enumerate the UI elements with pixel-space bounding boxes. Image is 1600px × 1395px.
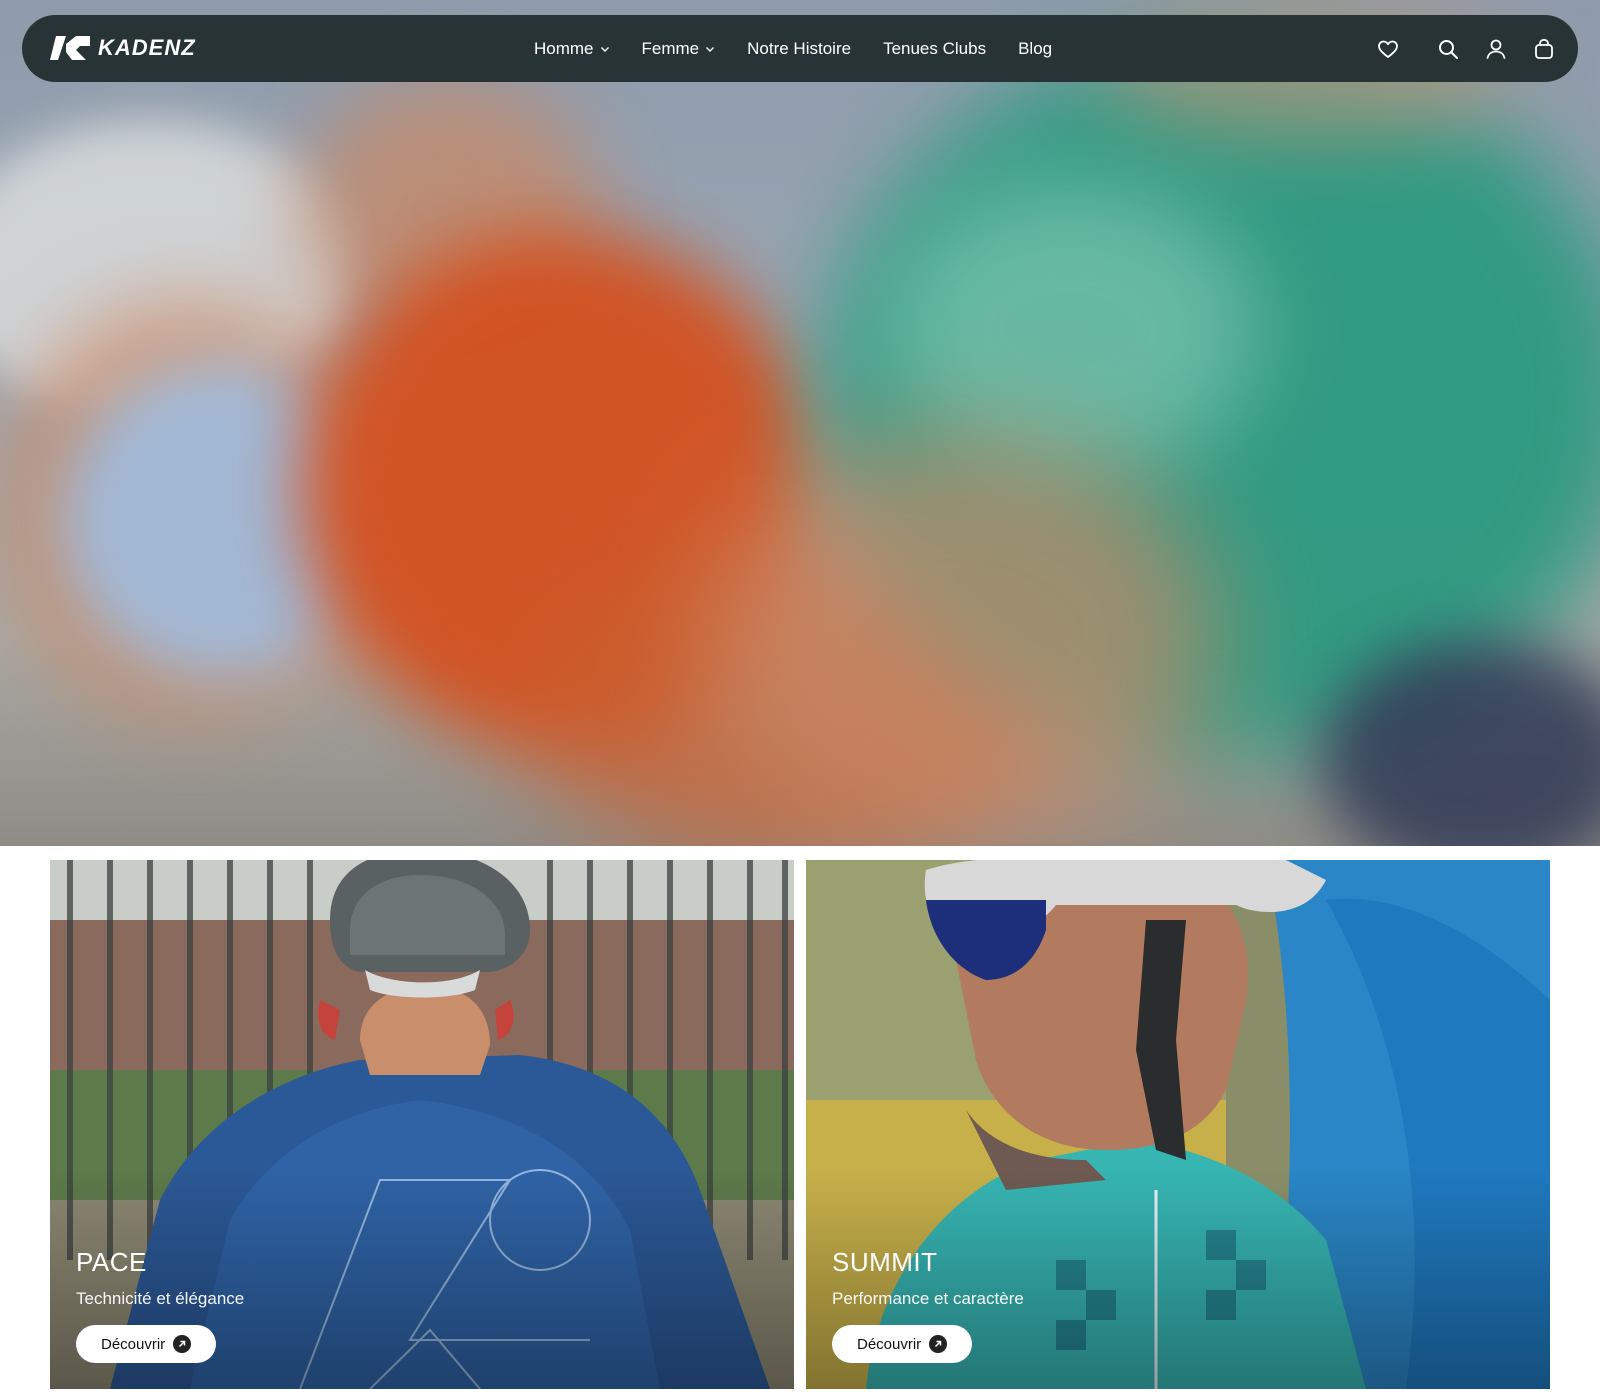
chevron-down-icon (600, 46, 609, 52)
chevron-down-icon (706, 46, 715, 52)
card-title: SUMMIT (832, 1247, 938, 1277)
hero-image (0, 0, 1600, 846)
discover-button-label: Découvrir (101, 1335, 166, 1353)
card-subtitle: Technicité et élégance (76, 1289, 245, 1308)
collection-card-summit[interactable]: SUMMIT Performance et caractère Découvri… (806, 860, 1550, 1389)
discover-button[interactable]: Découvrir (76, 1325, 217, 1363)
hero-blur-arm-right (700, 430, 1220, 846)
nav-item-label: Femme (641, 38, 700, 58)
brand-logo-icon (50, 36, 90, 60)
nav-item-notre-histoire[interactable]: Notre Histoire (747, 39, 851, 59)
main-navbar: KADENZ Homme Femme Notre Histoire Tenues… (22, 15, 1578, 82)
arrow-up-right-icon (173, 1335, 192, 1353)
discover-button-label: Découvrir (857, 1335, 922, 1353)
heart-icon[interactable] (1376, 37, 1400, 61)
collection-card-pace[interactable]: PACE Technicité et élégance Découvrir (50, 860, 794, 1389)
nav-item-label: Notre Histoire (747, 38, 852, 58)
nav-item-label: Blog (1018, 38, 1053, 58)
nav-item-homme[interactable]: Homme (534, 39, 610, 59)
brand-name: KADENZ (98, 35, 196, 60)
card-title: PACE (76, 1247, 147, 1277)
brand-logo[interactable]: KADENZ (50, 35, 196, 61)
discover-button[interactable]: Découvrir (832, 1325, 973, 1363)
nav-item-label: Homme (534, 38, 594, 58)
nav-item-femme[interactable]: Femme (642, 39, 716, 59)
search-icon[interactable] (1436, 37, 1460, 61)
account-icon[interactable] (1484, 37, 1508, 61)
nav-actions (1376, 15, 1556, 82)
card-subtitle: Performance et caractère (832, 1289, 1024, 1308)
nav-item-tenues-clubs[interactable]: Tenues Clubs (883, 39, 986, 59)
primary-nav: Homme Femme Notre Histoire Tenues Clubs … (534, 15, 1084, 82)
nav-item-blog[interactable]: Blog (1018, 39, 1052, 59)
nav-item-label: Tenues Clubs (883, 38, 987, 58)
arrow-up-right-icon (929, 1335, 948, 1353)
cart-icon[interactable] (1532, 37, 1556, 61)
